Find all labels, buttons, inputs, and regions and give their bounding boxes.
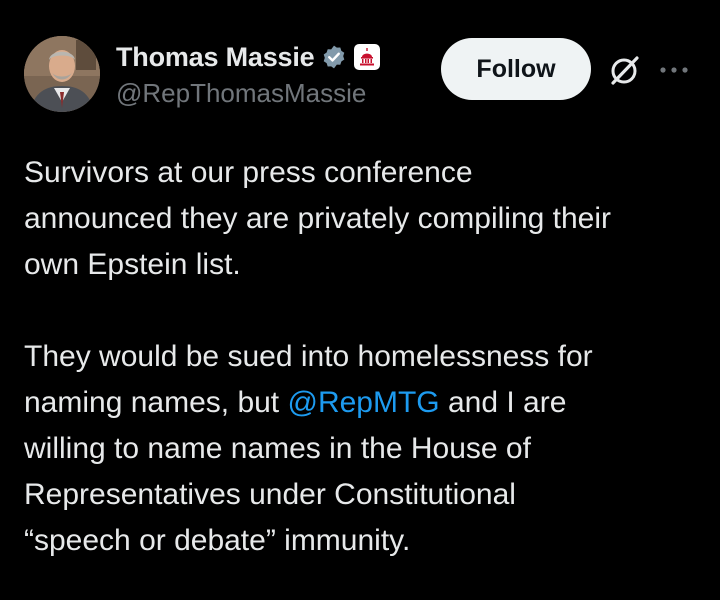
avatar[interactable] — [24, 36, 100, 112]
mention-link[interactable]: @RepMTG — [287, 386, 439, 419]
grok-icon[interactable] — [607, 52, 643, 88]
user-handle[interactable]: @RepThomasMassie — [116, 78, 380, 109]
tweet-text: Survivors at our press conference announ… — [24, 150, 704, 564]
us-capitol-affiliation-icon[interactable] — [354, 44, 381, 70]
tweet-line: own Epstein list. — [24, 248, 241, 281]
tweet-line: They would be sued into homelessness for — [24, 340, 593, 373]
verified-badge-icon — [321, 44, 347, 70]
tweet-paragraph-2: They would be sued into homelessness for… — [24, 334, 704, 564]
follow-button[interactable]: Follow — [441, 38, 591, 100]
tweet-text-segment: naming names, but — [24, 386, 288, 419]
display-name-row: Thomas Massie — [116, 40, 381, 74]
avatar-portrait-image — [24, 36, 100, 112]
tweet-line: naming names, but @RepMTG and I are — [24, 380, 704, 426]
tweet-line: willing to name names in the House of — [24, 432, 531, 465]
tweet-line: “speech or debate” immunity. — [24, 524, 411, 557]
tweet-text-segment: and I are — [439, 386, 567, 419]
tweet-line: announced they are privately compiling t… — [24, 202, 612, 235]
tweet-paragraph-1: Survivors at our press conference announ… — [24, 150, 704, 288]
more-options-icon[interactable] — [656, 58, 692, 82]
tweet-line: Representatives under Constitutional — [24, 478, 516, 511]
tweet-header: Thomas Massie @RepThomasMassie Follow — [0, 0, 720, 130]
author-info: Thomas Massie @RepThomasMassie — [116, 40, 381, 109]
display-name[interactable]: Thomas Massie — [116, 42, 315, 73]
tweet-line: Survivors at our press conference — [24, 156, 473, 189]
